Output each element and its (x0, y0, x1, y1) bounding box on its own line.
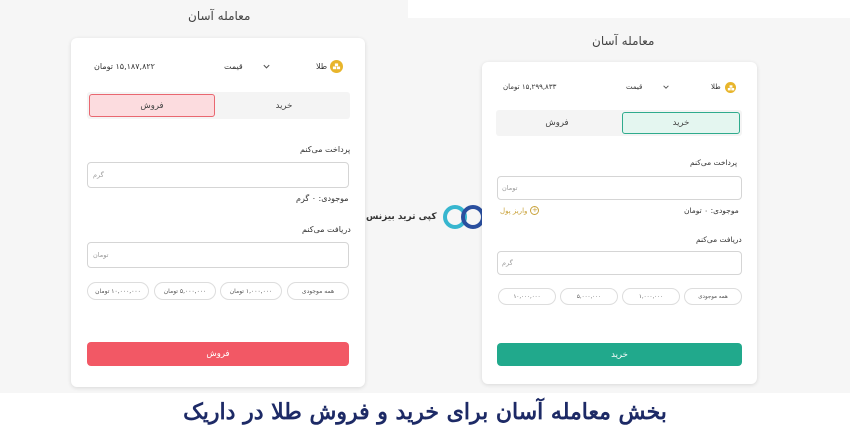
right-page-title: معامله آسان (592, 34, 655, 48)
right-tab-buy[interactable]: خرید (622, 112, 740, 134)
right-tab-sell[interactable]: فروش (498, 112, 616, 134)
right-chip-all[interactable]: همه موجودی (684, 288, 742, 305)
left-receive-input[interactable] (87, 242, 349, 268)
chevron-down-icon[interactable] (662, 83, 670, 91)
left-page-title: معامله آسان (188, 9, 251, 23)
watermark-text: کپی ترید بیزنس (366, 212, 437, 222)
sell-button[interactable]: فروش (87, 342, 349, 366)
plus-circle-icon: + (530, 206, 540, 215)
right-pay-input[interactable] (497, 176, 742, 200)
left-chip-5m[interactable]: ۵,۰۰۰,۰۰۰ تومان (154, 282, 216, 300)
left-chip-1m[interactable]: ۱,۰۰۰,۰۰۰ تومان (220, 282, 282, 300)
right-receive-input[interactable] (497, 251, 742, 275)
left-pay-input[interactable] (87, 162, 349, 188)
left-pay-label: پرداخت می‌کنم (300, 145, 351, 154)
watermark: کپی ترید بیزنس (366, 204, 489, 230)
right-asset-label[interactable]: طلا (711, 83, 721, 91)
chevron-down-icon[interactable] (262, 62, 271, 71)
left-balance: موجودی: ۰ گرم (296, 194, 349, 203)
caption-bar: بخش معامله آسان برای خرید و فروش طلا در … (0, 393, 850, 430)
left-chip-10m[interactable]: ۱۰,۰۰۰,۰۰۰ تومان (87, 282, 149, 300)
deposit-link[interactable]: + واریز پول (500, 206, 540, 215)
right-price-label: قیمت (626, 83, 643, 91)
left-tab-buy[interactable]: خرید (221, 94, 347, 117)
deposit-label: واریز پول (500, 206, 528, 215)
left-receive-label: دریافت می‌کنم (302, 225, 351, 234)
right-chip-1m[interactable]: ۱,۰۰۰,۰۰۰ (622, 288, 680, 305)
right-receive-placeholder: گرم (502, 259, 513, 267)
caption-text: بخش معامله آسان برای خرید و فروش طلا در … (183, 398, 667, 425)
left-asset-label[interactable]: طلا (316, 62, 327, 71)
left-chip-all[interactable]: همه موجودی (287, 282, 349, 300)
left-price-value: ۱۵,۱۸۷,۸۲۲ تومان (94, 62, 155, 71)
right-chip-10m[interactable]: ۱۰,۰۰۰,۰۰۰ (498, 288, 556, 305)
right-chip-5m[interactable]: ۵,۰۰۰,۰۰۰ (560, 288, 618, 305)
left-pay-placeholder: گرم (93, 171, 104, 179)
right-pay-placeholder: تومان (502, 184, 518, 192)
left-receive-placeholder: تومان (93, 251, 109, 259)
right-receive-label: دریافت می‌کنم (696, 235, 742, 244)
gold-icon (725, 82, 736, 93)
gold-icon (330, 60, 343, 73)
right-price-value: ۱۵,۲۹۹,۸۳۳ تومان (503, 83, 557, 91)
right-pay-label: پرداخت می‌کنم (690, 158, 738, 167)
right-balance: موجودی: ۰ تومان (684, 206, 739, 215)
left-trade-card (71, 38, 365, 387)
buy-button[interactable]: خرید (497, 343, 742, 366)
left-price-label: قیمت (224, 62, 243, 71)
left-tab-sell[interactable]: فروش (89, 94, 215, 117)
